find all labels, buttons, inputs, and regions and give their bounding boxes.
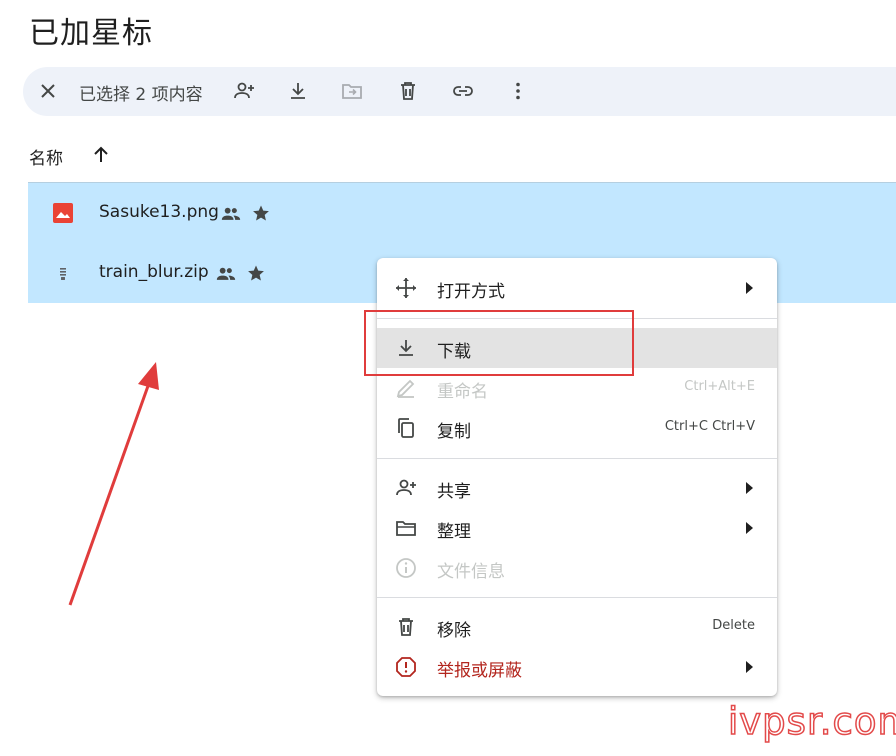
selection-count: 已选择 2 项内容 [79,85,203,105]
arrow-up-icon[interactable] [89,143,113,167]
menu-divider [377,458,777,459]
info-icon [396,558,416,578]
menu-item-label: 举报或屏蔽 [437,661,522,681]
share-icon [234,82,254,99]
file-row[interactable]: Sasuke13.png [28,183,896,243]
file-name: Sasuke13.png [99,202,219,222]
delete-icon [401,82,415,100]
star-icon [248,265,264,281]
rename-icon [396,379,415,398]
annotation-arrow-icon [68,362,159,606]
image-file-icon [53,203,73,223]
submenu-arrow-icon [746,522,753,534]
watermark: ivpsr.com [727,699,896,744]
menu-item-label: 共享 [437,482,471,502]
menu-item-label: 整理 [437,522,471,542]
link-icon [453,86,473,96]
download-button[interactable] [282,75,314,107]
more-vert-icon [516,82,520,100]
share-button[interactable] [228,75,260,107]
menu-item-shortcut: Delete [712,618,755,633]
menu-item-file-info[interactable]: 文件信息 [377,548,777,588]
annotation-highlight-box [364,310,634,376]
submenu-arrow-icon [746,661,753,673]
more-actions-button[interactable] [502,75,534,107]
report-icon [396,657,416,677]
star-icon [253,205,269,221]
menu-item-report[interactable]: 举报或屏蔽 [377,647,777,687]
shared-people-icon [216,267,236,280]
open-with-icon [396,278,416,298]
menu-item-share[interactable]: 共享 [377,468,777,508]
selection-toolbar: 已选择 2 项内容 [23,67,896,116]
menu-item-label: 复制 [437,422,471,442]
menu-item-organize[interactable]: 整理 [377,508,777,548]
close-icon [41,84,55,98]
submenu-arrow-icon [746,282,753,294]
copy-icon [398,418,414,438]
folder-icon [396,521,416,536]
menu-item-shortcut: Ctrl+Alt+E [684,379,755,394]
menu-item-label: 重命名 [437,382,488,402]
submenu-arrow-icon [746,482,753,494]
menu-item-copy[interactable]: 复制 Ctrl+C Ctrl+V [377,408,777,448]
move-icon [342,84,362,99]
menu-item-remove[interactable]: 移除 Delete [377,607,777,647]
menu-item-label: 文件信息 [437,562,505,582]
trash-icon [399,618,413,636]
share-icon [396,479,416,496]
file-name: train_blur.zip [99,262,209,282]
menu-item-label: 打开方式 [437,282,505,302]
menu-item-open-with[interactable]: 打开方式 [377,268,777,308]
shared-people-icon [221,207,241,220]
menu-divider [377,597,777,598]
clear-selection-button[interactable] [32,75,64,107]
delete-button[interactable] [392,75,424,107]
move-button[interactable] [336,75,368,107]
name-column-header[interactable]: 名称 [29,144,63,169]
page-title: 已加星标 [29,16,153,51]
menu-item-shortcut: Ctrl+C Ctrl+V [664,419,755,434]
download-icon [291,83,305,99]
menu-item-label: 移除 [437,621,471,641]
copy-link-button[interactable] [447,75,479,107]
archive-file-icon [60,268,66,280]
